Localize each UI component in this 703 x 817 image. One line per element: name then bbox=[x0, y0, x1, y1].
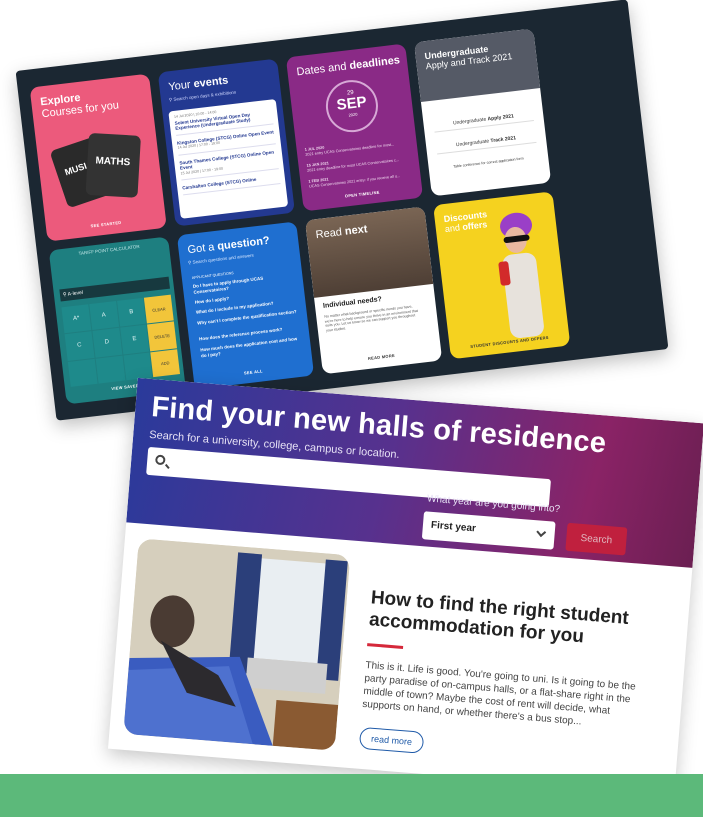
keypad-blank bbox=[67, 358, 98, 387]
dates-title-pre: Dates and bbox=[295, 60, 351, 79]
bedroom-illustration bbox=[123, 538, 351, 751]
grade-button[interactable]: D bbox=[92, 328, 122, 358]
track-link-pre: Undergraduate bbox=[455, 138, 491, 149]
see-all-link[interactable]: SEE ALL bbox=[193, 362, 313, 381]
year-selected-value: First year bbox=[430, 519, 477, 535]
article-excerpt: This is it. Life is good. You're going t… bbox=[361, 660, 637, 728]
chevron-down-icon bbox=[536, 527, 547, 538]
subject-cards: MUSI MATHS bbox=[49, 127, 148, 209]
track-link-bold: Track 2021 bbox=[490, 135, 517, 145]
got-a-question-tile: Got a question? ⚲ Search questions and a… bbox=[176, 221, 315, 390]
title-divider bbox=[367, 643, 404, 649]
dates-title: deadlines bbox=[348, 54, 401, 73]
clear-button[interactable]: CLEAR bbox=[144, 294, 174, 324]
question-title: question? bbox=[216, 234, 271, 253]
maths-card: MATHS bbox=[85, 132, 141, 198]
keypad-blank bbox=[122, 352, 153, 381]
year-select[interactable]: First year bbox=[421, 511, 556, 550]
dates-deadlines-tile: Dates and deadlines 29 SEP 2020 1 JUL 20… bbox=[285, 43, 424, 212]
grade-button[interactable]: A* bbox=[61, 304, 92, 334]
article-heading: Individual needs? bbox=[322, 295, 383, 310]
apply-link-pre: Undergraduate bbox=[452, 116, 488, 127]
explore-link[interactable]: SEE STARTED bbox=[46, 215, 166, 234]
qualification-value: A-level bbox=[67, 289, 84, 298]
read-next-tile: Read next Individual needs? No matter wh… bbox=[304, 206, 443, 375]
grade-keypad: A* A B CLEAR C D E DELETE ADD bbox=[61, 294, 181, 387]
footer-strip bbox=[0, 774, 703, 817]
apply-link-bold: Apply 2021 bbox=[487, 113, 515, 123]
grade-button[interactable]: B bbox=[116, 297, 147, 328]
track-2021-link[interactable]: Undergraduate Track 2021 bbox=[436, 132, 537, 155]
halls-screenshot: Find your new halls of residence Search … bbox=[107, 377, 703, 795]
date-circle: 29 SEP 2020 bbox=[323, 77, 381, 135]
read-more-link[interactable]: READ MORE bbox=[322, 347, 442, 366]
application-form-note: Table conference for correct application… bbox=[453, 156, 524, 169]
search-button[interactable]: Search bbox=[565, 522, 628, 556]
grade-button[interactable]: A bbox=[89, 301, 119, 331]
events-title-pre: Your bbox=[167, 78, 195, 94]
grade-button[interactable]: C bbox=[64, 331, 95, 361]
article-title: How to find the right student accommodat… bbox=[368, 587, 630, 648]
halls-hero: Find your new halls of residence Search … bbox=[126, 377, 703, 568]
woman-with-drink-illustration bbox=[498, 212, 544, 339]
read-more-button[interactable]: read more bbox=[358, 726, 425, 754]
bedroom-photo bbox=[123, 538, 351, 751]
undergraduate-apply-tile: Undergraduate Apply and Track 2021 Underg… bbox=[413, 28, 552, 197]
explore-courses-tile[interactable]: Explore Courses for you MUSI MATHS SEE ST… bbox=[29, 73, 167, 242]
keypad-blank bbox=[95, 355, 125, 384]
discounts-offers-tile: Discounts and offers STUDENT DISCOUNTS AN… bbox=[433, 191, 571, 360]
grade-button[interactable]: E bbox=[119, 324, 150, 355]
search-icon bbox=[154, 454, 166, 466]
discounts-title-pre: and bbox=[444, 222, 463, 235]
apply-2021-link[interactable]: Undergraduate Apply 2021 bbox=[433, 111, 534, 133]
events-list: 14 Jul 2020 | 10:00 - 14:00 Solent Univer… bbox=[168, 98, 289, 219]
tariff-title: TARIFF POINT CALCULATOR bbox=[78, 243, 140, 257]
delete-button[interactable]: DELETE bbox=[147, 321, 177, 351]
question-title-pre: Got a bbox=[186, 240, 219, 257]
undergraduate-header: Undergraduate Apply and Track 2021 bbox=[413, 28, 541, 103]
events-title: events bbox=[192, 74, 229, 91]
dashboard-screenshot: Explore Courses for you MUSI MATHS SEE ST… bbox=[15, 0, 669, 421]
add-button[interactable]: ADD bbox=[150, 348, 181, 378]
your-events-tile: Your events ⚲ Search open days & exhibit… bbox=[157, 58, 295, 227]
read-next-image bbox=[304, 206, 434, 298]
